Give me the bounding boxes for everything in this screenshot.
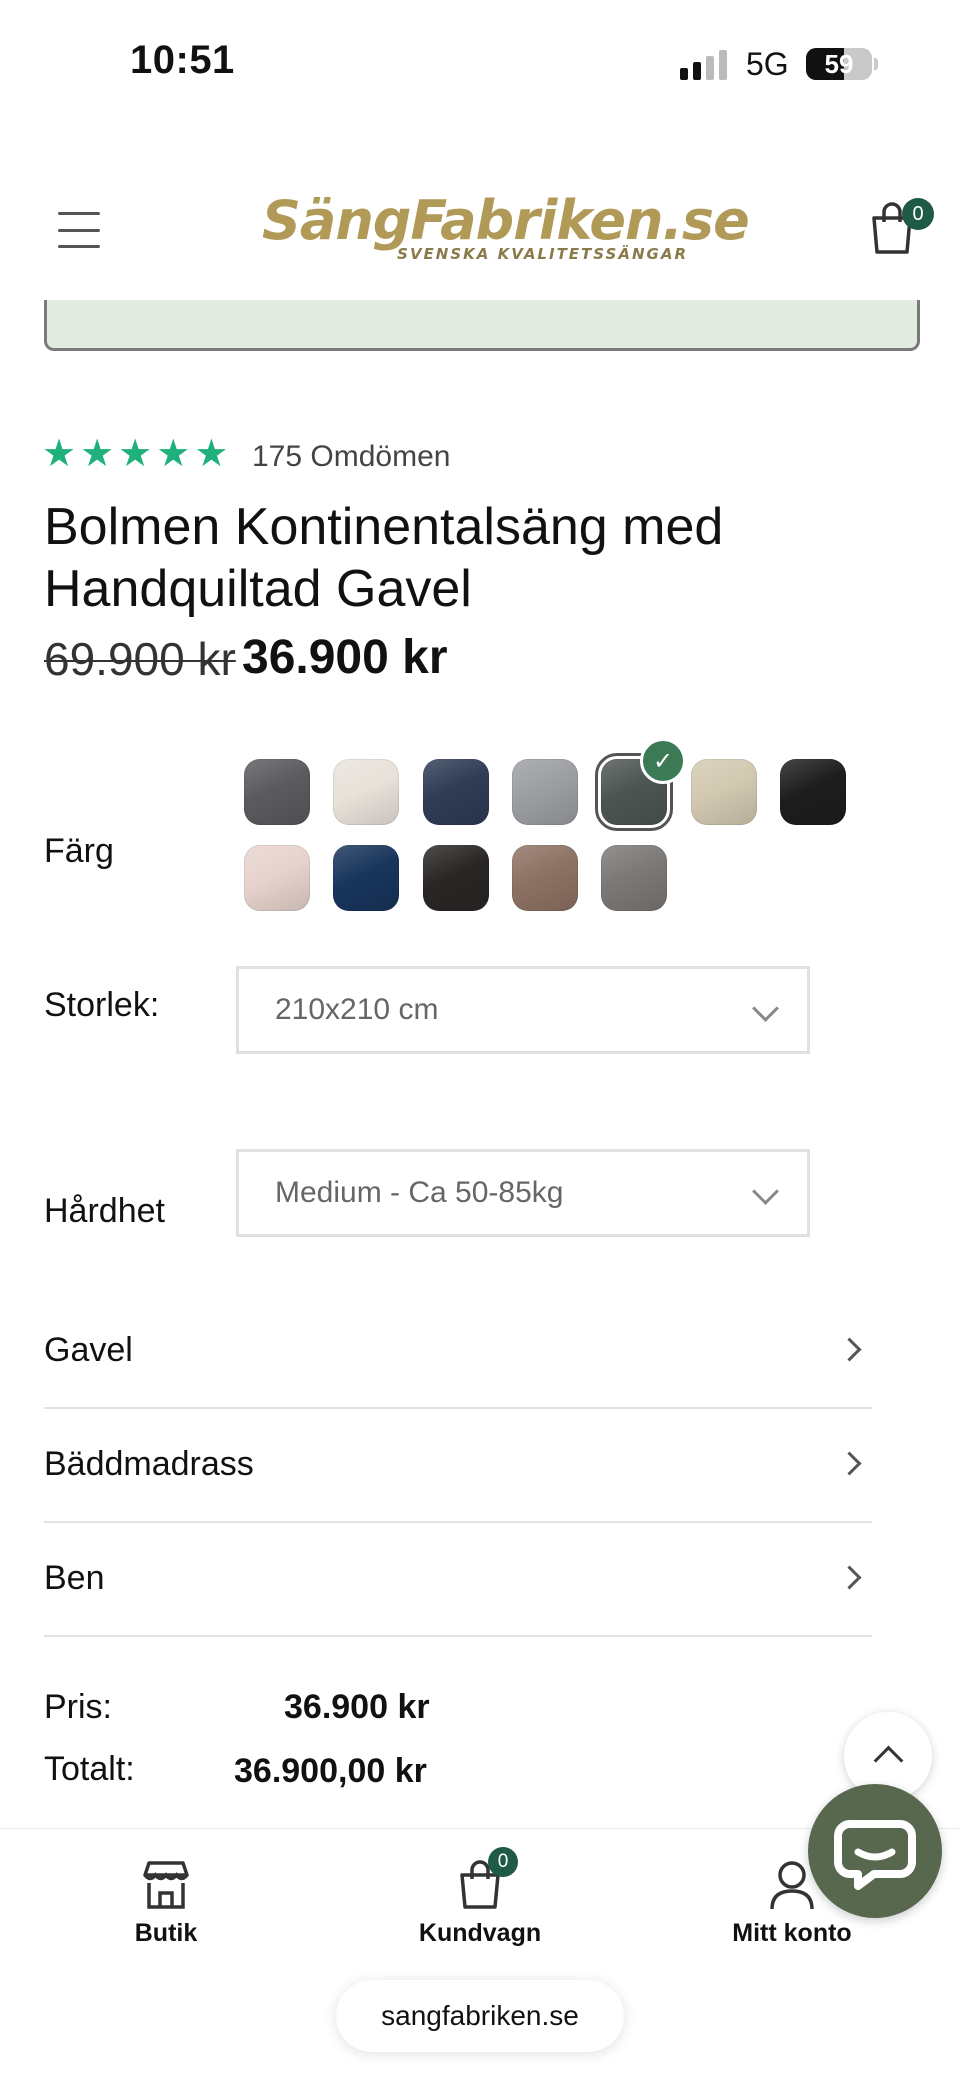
battery-level: 59 <box>824 48 854 79</box>
color-swatch-mocha[interactable] <box>512 845 578 911</box>
size-select-value: 210x210 cm <box>275 993 439 1026</box>
logo-tagline: SVENSKA KVALITETSSÄNGAR <box>397 245 688 263</box>
nav-cart-badge: 0 <box>488 1847 518 1877</box>
old-price: 69.900 kr <box>44 633 236 685</box>
chat-bubble-icon <box>834 1820 916 1890</box>
chevron-up-icon <box>873 1745 904 1776</box>
reviews-link[interactable]: 175 Omdömen <box>252 440 450 474</box>
color-swatch-taupe-grey[interactable] <box>601 845 667 911</box>
price-value: 36.900 kr <box>284 1688 430 1726</box>
rating-stars[interactable]: ★ ★ ★ ★ ★ <box>42 434 228 474</box>
color-label: Färg <box>44 832 114 870</box>
status-time: 10:51 <box>130 38 235 82</box>
cart-count-badge: 0 <box>902 198 934 230</box>
selected-check-icon: ✓ <box>640 738 686 784</box>
battery-tip <box>874 58 878 70</box>
size-label: Storlek: <box>44 986 160 1024</box>
color-swatch-dark-grey[interactable] <box>244 759 310 825</box>
price-label: Pris: <box>44 1688 112 1726</box>
total-label: Totalt: <box>44 1750 135 1788</box>
nav-shop[interactable]: Butik <box>66 1851 266 1948</box>
accordion-label: Bäddmadrass <box>44 1445 254 1483</box>
color-swatch-blush[interactable] <box>244 845 310 911</box>
browser-url-bar[interactable]: sangfabriken.se <box>336 1980 624 2052</box>
chevron-down-icon <box>752 1178 779 1205</box>
accordion-gavel[interactable]: Gavel <box>44 1295 872 1409</box>
current-price: 36.900 kr <box>242 631 448 684</box>
firmness-select[interactable]: Medium - Ca 50-85kg <box>236 1149 810 1237</box>
accordion-ben[interactable]: Ben <box>44 1523 872 1637</box>
logo-text: SängFabriken.se <box>262 189 750 252</box>
accordion-label: Ben <box>44 1559 105 1597</box>
chevron-down-icon <box>752 995 779 1022</box>
chevron-right-icon <box>837 1337 862 1362</box>
hamburger-menu-icon[interactable] <box>58 212 100 248</box>
network-type: 5G <box>746 46 789 82</box>
color-swatch-cream[interactable] <box>333 759 399 825</box>
color-swatch-midnight-blue[interactable] <box>333 845 399 911</box>
nav-shop-label: Butik <box>134 1919 198 1947</box>
total-value: 36.900,00 kr <box>234 1752 427 1790</box>
battery-icon: 59 <box>806 48 872 80</box>
color-swatch-espresso[interactable] <box>423 845 489 911</box>
color-swatch-light-grey[interactable] <box>512 759 578 825</box>
firmness-select-value: Medium - Ca 50-85kg <box>275 1176 564 1209</box>
store-icon <box>66 1851 266 1911</box>
chevron-right-icon <box>837 1451 862 1476</box>
nav-account-label: Mitt konto <box>732 1919 852 1947</box>
chevron-right-icon <box>837 1565 862 1590</box>
firmness-label: Hårdhet <box>44 1192 165 1230</box>
accordion-baddmadrass[interactable]: Bäddmadrass <box>44 1409 872 1523</box>
signal-icon <box>680 48 727 80</box>
chat-button[interactable] <box>808 1784 942 1918</box>
nav-cart-label: Kundvagn <box>418 1919 542 1947</box>
product-title: Bolmen Kontinentalsäng med Handquiltad G… <box>44 498 724 618</box>
notice-banner <box>44 300 920 351</box>
accordion-label: Gavel <box>44 1331 133 1369</box>
color-swatch-beige[interactable] <box>691 759 757 825</box>
nav-cart[interactable]: Kundvagn 0 <box>380 1847 580 1948</box>
site-logo[interactable]: SängFabriken.se SVENSKA KVALITETSSÄNGAR <box>262 189 750 272</box>
size-select[interactable]: 210x210 cm <box>236 966 810 1054</box>
shopping-bag-icon <box>380 1851 580 1911</box>
color-swatch-black[interactable] <box>780 759 846 825</box>
color-swatch-navy[interactable] <box>423 759 489 825</box>
